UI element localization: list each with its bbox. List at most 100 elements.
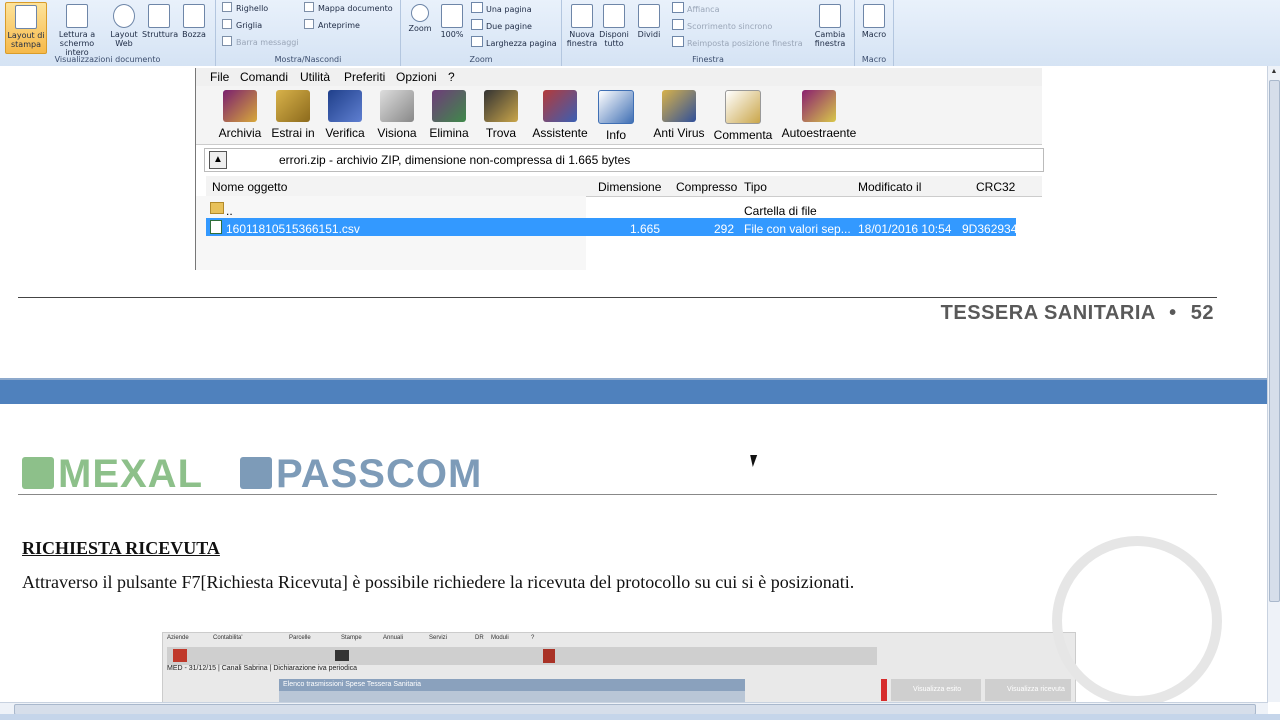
one-page-button[interactable]: Una pagina — [471, 2, 532, 16]
tool-info: Info — [596, 90, 636, 142]
row-crc: 9D362934 — [962, 222, 1018, 236]
home-icon — [173, 649, 187, 662]
shot-menu-parcelle: Parcelle — [289, 635, 311, 641]
thumbnails-checkbox[interactable]: Anteprime — [304, 19, 360, 33]
tool-antivirus: Anti Virus — [652, 90, 706, 142]
group-label-views: Visualizzazioni documento — [54, 55, 161, 64]
tool-extract: Estrai in — [270, 90, 316, 142]
group-document-views: Layout di stampa Lettura a schermo inter… — [0, 0, 216, 66]
footer-bullet: • — [1169, 302, 1177, 324]
shot-f7-label: Visualizza ricevuta — [1007, 686, 1065, 693]
tool-view-label: Visiona — [377, 126, 417, 140]
tool-find-label: Trova — [485, 126, 517, 140]
group-window: Nuova finestra Disponi tutto Dividi Affi… — [562, 0, 855, 66]
two-pages-button[interactable]: Due pagine — [471, 19, 532, 33]
row-modified: 18/01/2016 10:54 — [858, 222, 952, 236]
switch-window-label: Cambia finestra — [814, 30, 846, 48]
col-packed: Compresso — [676, 180, 738, 194]
macro-button[interactable]: Macro — [855, 2, 893, 52]
two-pages-icon — [471, 19, 483, 30]
zoom-button[interactable]: Zoom — [405, 2, 435, 52]
document-map-label: Mappa documento — [318, 4, 393, 13]
comment-icon — [725, 90, 761, 124]
thumbnails-check-icon — [304, 19, 314, 29]
new-window-label: Nuova finestra — [566, 30, 598, 48]
side-by-side-button[interactable]: Affianca — [672, 2, 719, 16]
ribbon: Layout di stampa Lettura a schermo inter… — [0, 0, 1280, 67]
shot-f6-button: Visualizza esito — [891, 679, 981, 701]
group-label-show-hide: Mostra/Nascondi — [274, 55, 342, 64]
web-layout-label: Layout Web — [110, 30, 138, 48]
ruler-checkbox[interactable]: Righello — [222, 2, 268, 16]
document-map-checkbox[interactable]: Mappa documento — [304, 2, 393, 16]
footer-title: TESSERA SANITARIA — [940, 302, 1156, 324]
footer-rule — [18, 297, 1217, 298]
binoculars-icon — [484, 90, 518, 122]
side-by-side-icon — [672, 2, 684, 13]
shot-red-marker — [881, 679, 887, 701]
tool-archive: Archivia — [216, 90, 264, 142]
tool-delete: Elimina — [426, 90, 472, 142]
new-window-button[interactable]: Nuova finestra — [564, 2, 600, 52]
message-bar-checkbox[interactable]: Barra messaggi — [222, 36, 299, 50]
switch-window-icon — [819, 4, 841, 28]
full-screen-reading-icon — [66, 4, 88, 28]
shot-menu-stampe: Stampe — [341, 635, 362, 641]
web-layout-button[interactable]: Layout Web — [108, 2, 140, 52]
document-area[interactable]: File Comandi Utilità Preferiti Opzioni ?… — [0, 66, 1268, 702]
full-screen-reading-button[interactable]: Lettura a schermo intero — [48, 2, 106, 57]
draft-icon — [183, 4, 205, 28]
body-paragraph: Attraverso il pulsante F7[Richiesta Rice… — [22, 572, 855, 592]
tool-info-label: Info — [605, 128, 626, 142]
split-button[interactable]: Dividi — [634, 2, 664, 52]
winrar-menu-file: File — [210, 70, 230, 84]
two-pages-label: Due pagine — [486, 22, 532, 31]
shot-menu-help: ? — [531, 635, 535, 641]
draft-button[interactable]: Bozza — [178, 2, 210, 52]
shot-menu-servizi: Servizi — [429, 635, 448, 641]
col-type: Tipo — [744, 180, 767, 194]
new-window-icon — [571, 4, 593, 28]
folder-icon — [210, 202, 224, 214]
passcom-logo: PASSCOM — [240, 454, 482, 494]
split-icon — [638, 4, 660, 28]
zoom-100-button[interactable]: 100% — [437, 2, 467, 52]
zoom-100-label: 100% — [440, 30, 464, 39]
reset-position-button[interactable]: Reimposta posizione finestra — [672, 36, 803, 50]
page-separator — [0, 380, 1268, 404]
print-layout-button[interactable]: Layout di stampa — [5, 2, 47, 54]
row-type: Cartella di file — [744, 204, 817, 218]
mouse-cursor-icon — [745, 455, 758, 467]
shot-f7-button: Visualizza ricevuta — [985, 679, 1071, 701]
test-icon — [328, 90, 362, 122]
row-name: .. — [226, 204, 233, 218]
sfx-icon — [802, 90, 836, 122]
delete-icon — [432, 90, 466, 122]
sync-scroll-label: Scorrimento sincrono — [687, 22, 773, 31]
wizard-icon — [543, 90, 577, 122]
table-row: 16011810515366151.csv 1.665 292 File con… — [206, 218, 1018, 236]
vertical-scrollbar[interactable]: ▲ — [1267, 66, 1280, 702]
mexal-logo: MEXAL — [22, 454, 203, 494]
winrar-column-headers: Nome oggetto Dimensione Compresso Tipo M… — [206, 176, 1042, 197]
shot-menu-aziende: Aziende — [167, 635, 189, 641]
shot-menu-moduli: Moduli — [491, 635, 509, 641]
ruler-label: Righello — [236, 4, 269, 13]
passcom-screenshot: Aziende Contabilita' Parcelle Stampe Ann… — [162, 632, 1076, 702]
one-page-label: Una pagina — [486, 5, 532, 14]
tool-find: Trova — [478, 90, 524, 142]
watermark-logo-icon — [1052, 536, 1222, 702]
outline-button[interactable]: Struttura — [142, 2, 178, 52]
arrange-all-button[interactable]: Disponi tutto — [598, 2, 630, 52]
scroll-up-arrow-icon[interactable]: ▲ — [1270, 68, 1278, 76]
macro-label: Macro — [861, 30, 887, 39]
grid-checkbox[interactable]: Griglia — [222, 19, 262, 33]
switch-window-button[interactable]: Cambia finestra — [810, 2, 850, 52]
info-icon — [598, 90, 634, 124]
sync-scroll-button[interactable]: Scorrimento sincrono — [672, 19, 772, 33]
sync-scroll-icon — [672, 19, 684, 30]
page-width-button[interactable]: Larghezza pagina — [471, 36, 557, 50]
scroll-thumb[interactable] — [1269, 80, 1280, 602]
shot-dialog-body — [279, 691, 745, 702]
page-footer: TESSERA SANITARIA • 52 — [941, 302, 1214, 325]
